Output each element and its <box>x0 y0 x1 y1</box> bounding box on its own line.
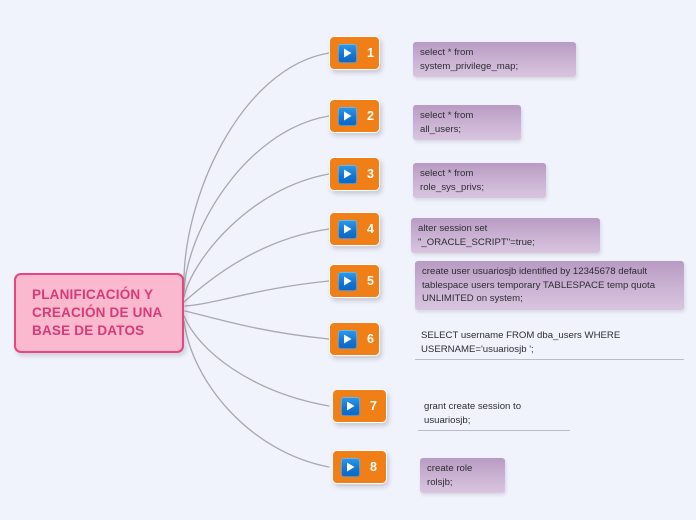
branch-node-3[interactable]: 3 <box>329 157 380 191</box>
edge-to-branch-4 <box>183 228 330 303</box>
edge-to-branch-5 <box>184 280 330 307</box>
play-icon <box>338 329 357 349</box>
edge-to-branch-8 <box>183 320 330 468</box>
branch-node-2[interactable]: 2 <box>329 99 380 133</box>
branch-number: 8 <box>370 459 377 474</box>
leaf-label-text: grant create session to usuariosjb; <box>424 401 522 426</box>
edge-to-branch-1 <box>183 52 330 288</box>
leaf-label-1[interactable]: select * from system_privilege_map; <box>413 42 576 78</box>
leaf-label-7[interactable]: grant create session to usuariosjb; <box>418 398 570 432</box>
branch-node-4[interactable]: 4 <box>329 212 380 246</box>
mindmap-canvas: PLANIFICACIÓN Y CREACIÓN DE UNA BASE DE … <box>0 0 696 520</box>
leaf-label-6[interactable]: SELECT username FROM dba_users WHERE USE… <box>415 327 684 361</box>
play-icon <box>338 43 357 63</box>
edge-to-branch-2 <box>183 115 330 293</box>
play-icon <box>338 164 357 184</box>
play-icon <box>341 396 360 416</box>
edge-to-branch-6 <box>184 310 330 340</box>
leaf-label-text: create role rolsjb; <box>427 463 473 488</box>
branch-node-5[interactable]: 5 <box>329 264 380 298</box>
branch-number: 1 <box>367 45 374 60</box>
edge-to-branch-3 <box>183 173 330 298</box>
branch-number: 4 <box>367 221 374 236</box>
branch-node-1[interactable]: 1 <box>329 36 380 70</box>
leaf-label-text: SELECT username FROM dba_users WHERE USE… <box>421 330 621 355</box>
connector-edges <box>183 52 330 468</box>
leaf-label-3[interactable]: select * from role_sys_privs; <box>413 163 546 199</box>
leaf-label-text: alter session set "_ORACLE_SCRIPT"=true; <box>418 223 535 248</box>
branch-node-7[interactable]: 7 <box>332 389 387 423</box>
leaf-label-text: select * from system_privilege_map; <box>420 47 519 72</box>
root-node-label: PLANIFICACIÓN Y CREACIÓN DE UNA BASE DE … <box>32 287 163 338</box>
root-node[interactable]: PLANIFICACIÓN Y CREACIÓN DE UNA BASE DE … <box>14 273 184 354</box>
branch-number: 5 <box>367 273 374 288</box>
branch-number: 3 <box>367 166 374 181</box>
leaf-label-5[interactable]: create user usuariosjb identified by 123… <box>415 261 684 310</box>
leaf-label-2[interactable]: select * from all_users; <box>413 105 521 141</box>
play-icon <box>338 271 357 291</box>
leaf-label-text: select * from role_sys_privs; <box>420 168 484 193</box>
branch-node-6[interactable]: 6 <box>329 322 380 356</box>
branch-number: 6 <box>367 331 374 346</box>
branch-number: 2 <box>367 108 374 123</box>
play-icon <box>338 219 357 239</box>
leaf-label-text: select * from all_users; <box>420 110 474 135</box>
leaf-label-text: create user usuariosjb identified by 123… <box>422 266 656 305</box>
leaf-label-8[interactable]: create role rolsjb; <box>420 458 505 494</box>
branch-node-8[interactable]: 8 <box>332 450 387 484</box>
branch-number: 7 <box>370 398 377 413</box>
leaf-label-4[interactable]: alter session set "_ORACLE_SCRIPT"=true; <box>411 218 600 254</box>
edge-to-branch-7 <box>183 315 330 407</box>
play-icon <box>341 457 360 477</box>
play-icon <box>338 106 357 126</box>
